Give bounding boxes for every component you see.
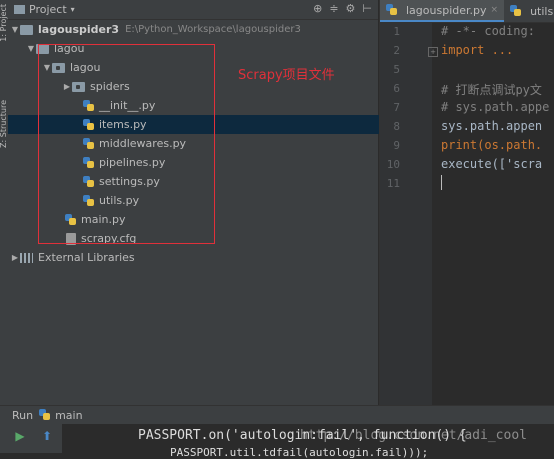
- editor-tabs: lagouspider.py × utils.py: [380, 0, 554, 23]
- root-name: lagouspider3: [38, 23, 120, 36]
- line-number: 7: [393, 101, 400, 114]
- code-line[interactable]: import ...: [441, 43, 513, 57]
- line-number: 9: [393, 139, 400, 152]
- watermark: http://blog.csdn.net/adi_cool: [300, 428, 527, 443]
- library-icon: [20, 252, 33, 263]
- text-caret: [441, 175, 442, 190]
- locate-icon[interactable]: ⊕: [313, 2, 322, 15]
- line-number: 11: [386, 177, 400, 190]
- run-config-name[interactable]: main: [55, 409, 82, 422]
- run-panel-header: Run main: [0, 405, 554, 424]
- gear-icon[interactable]: ⚙: [346, 2, 356, 15]
- rerun-icon[interactable]: ▶: [13, 429, 27, 443]
- project-panel: Project ▾ ⊕ ≑ ⚙ ⊢ ▼ lagouspider3 E:\Pyth…: [8, 0, 453, 405]
- project-tool-tab[interactable]: 1: Project: [0, 4, 8, 42]
- expand-arrow-icon[interactable]: ▼: [10, 25, 20, 34]
- code-line[interactable]: execute(['scra: [441, 157, 542, 171]
- folder-icon: [20, 24, 33, 35]
- code-line[interactable]: # 打断点调试py文: [441, 81, 542, 98]
- line-number: 6: [393, 82, 400, 95]
- run-panel-title[interactable]: Run: [12, 409, 33, 422]
- line-number: 8: [393, 120, 400, 133]
- collapse-arrow-icon[interactable]: ▶: [10, 253, 20, 262]
- editor-panel: lagouspider.py × utils.py 1 2 5 6 7 8 9 …: [379, 0, 554, 405]
- annotation-box: [38, 44, 215, 244]
- line-number: 5: [393, 63, 400, 76]
- python-file-icon: [510, 5, 522, 17]
- tree-root[interactable]: ▼ lagouspider3 E:\Python_Workspace\lagou…: [8, 20, 380, 39]
- line-number: 1: [393, 25, 400, 38]
- scroll-up-icon[interactable]: ⬆: [40, 429, 54, 443]
- tab-utils[interactable]: utils.py: [504, 0, 554, 22]
- chevron-down-icon: ▾: [70, 5, 75, 14]
- tree-item-label: External Libraries: [38, 251, 135, 264]
- python-file-icon: [386, 4, 398, 16]
- tab-label: lagouspider.py: [406, 3, 487, 17]
- run-console: ▶ ⬆ PASSPORT.on('autologin:fail', functi…: [0, 424, 554, 459]
- run-toolbar: ▶ ⬆: [0, 424, 62, 453]
- annotation-text: Scrapy项目文件: [238, 68, 335, 83]
- collapse-icon[interactable]: ≑: [329, 2, 338, 15]
- project-panel-header: Project ▾ ⊕ ≑ ⚙ ⊢: [8, 0, 378, 20]
- line-number: 2: [393, 44, 400, 57]
- close-icon[interactable]: ×: [491, 5, 499, 15]
- line-number: 10: [386, 158, 400, 171]
- project-view-selector[interactable]: Project ▾: [14, 3, 75, 16]
- tree-item-external-libraries[interactable]: ▶ External Libraries: [8, 248, 380, 267]
- code-line[interactable]: # -*- coding:: [441, 24, 535, 38]
- structure-tool-tab[interactable]: Z: Structure: [0, 100, 8, 148]
- code-line[interactable]: print(os.path.: [441, 138, 542, 152]
- panel-toolbar: ⊕ ≑ ⚙ ⊢: [313, 2, 372, 15]
- fold-icon[interactable]: +: [428, 47, 438, 57]
- code-line[interactable]: sys.path.appen: [441, 119, 542, 133]
- code-line[interactable]: # sys.path.appe: [441, 100, 549, 114]
- python-file-icon: [39, 409, 51, 421]
- hide-icon[interactable]: ⊢: [362, 2, 372, 15]
- line-gutter: [380, 22, 432, 405]
- project-panel-title: Project: [29, 3, 67, 16]
- tab-lagouspider[interactable]: lagouspider.py ×: [380, 0, 505, 22]
- root-path: E:\Python_Workspace\lagouspider3: [125, 24, 301, 35]
- tab-label: utils.py: [530, 4, 554, 18]
- project-icon: [14, 5, 25, 14]
- expand-arrow-icon[interactable]: ▼: [26, 44, 36, 53]
